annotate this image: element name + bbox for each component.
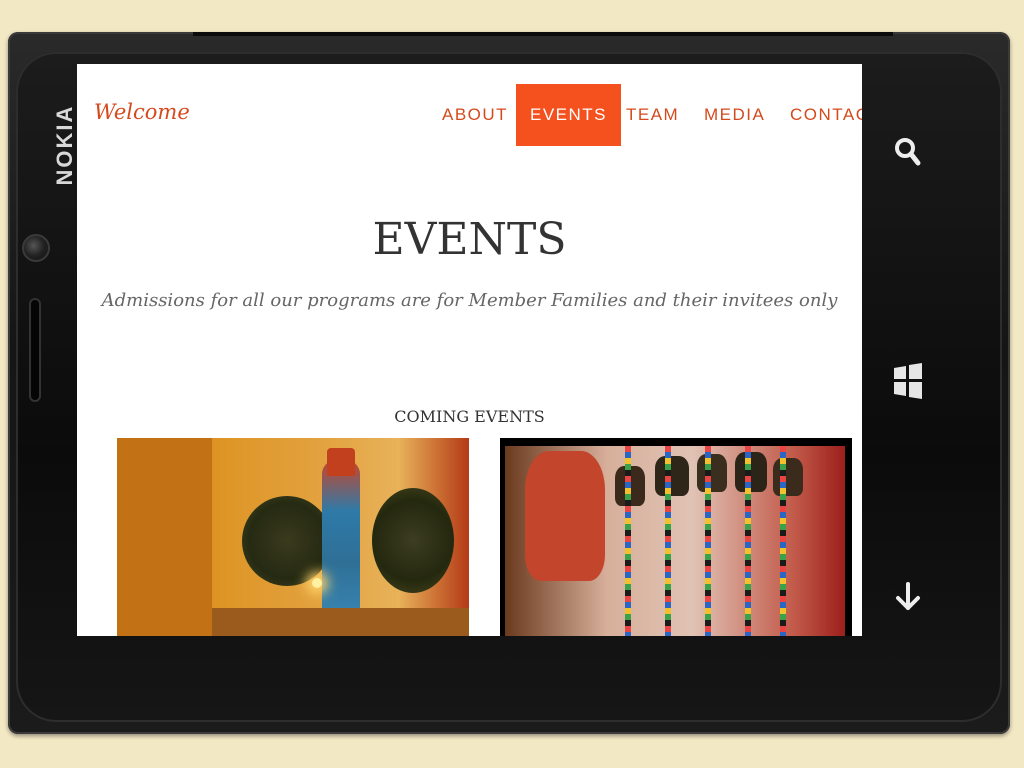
search-icon [895,138,921,166]
image-bead-strand [705,446,711,636]
image-puppet-4 [697,454,727,492]
image-table [212,608,469,636]
event-image-puppets[interactable] [500,438,852,636]
site-navigation: Welcome ABOUT EVENTS TEAM MEDIA CONTACT [77,64,862,164]
image-puppet-3 [655,456,689,496]
image-plant-left [242,496,332,586]
search-button[interactable] [890,137,926,171]
phone-screen: Welcome ABOUT EVENTS TEAM MEDIA CONTACT … [77,64,862,636]
section-heading: COMING EVENTS [394,407,545,426]
phone-top-edge [193,32,893,36]
image-crown [327,448,355,476]
site-logo[interactable]: Welcome [94,100,190,124]
nav-item-media[interactable]: MEDIA [690,84,779,146]
nav-item-events[interactable]: EVENTS [516,84,622,146]
image-lamp [312,578,322,588]
earpiece-speaker [31,300,39,400]
brand-text: NOKIA [52,104,77,186]
image-bead-strand [780,446,786,636]
image-puppet-1 [525,451,605,581]
image-wall [117,438,212,636]
image-bead-strand [665,446,671,636]
windows-icon [894,363,922,399]
windows-button[interactable] [890,360,926,404]
nav-item-contact[interactable]: CONTACT [776,84,862,146]
back-button[interactable] [890,580,926,618]
nav-item-about[interactable]: ABOUT [428,84,522,146]
image-puppets-inner [505,446,845,636]
page-title: EVENTS [372,214,567,265]
event-image-puja[interactable] [117,438,469,636]
page-subtitle: Admissions for all our programs are for … [101,290,838,311]
image-puppet-5 [735,452,767,492]
image-bead-strand [745,446,751,636]
image-bead-strand [625,446,631,636]
image-idol [322,460,360,630]
front-camera [22,234,50,262]
image-plant-right [372,488,454,593]
nav-item-team[interactable]: TEAM [612,84,693,146]
down-arrow-icon [896,582,920,610]
image-puppet-6 [773,458,803,496]
